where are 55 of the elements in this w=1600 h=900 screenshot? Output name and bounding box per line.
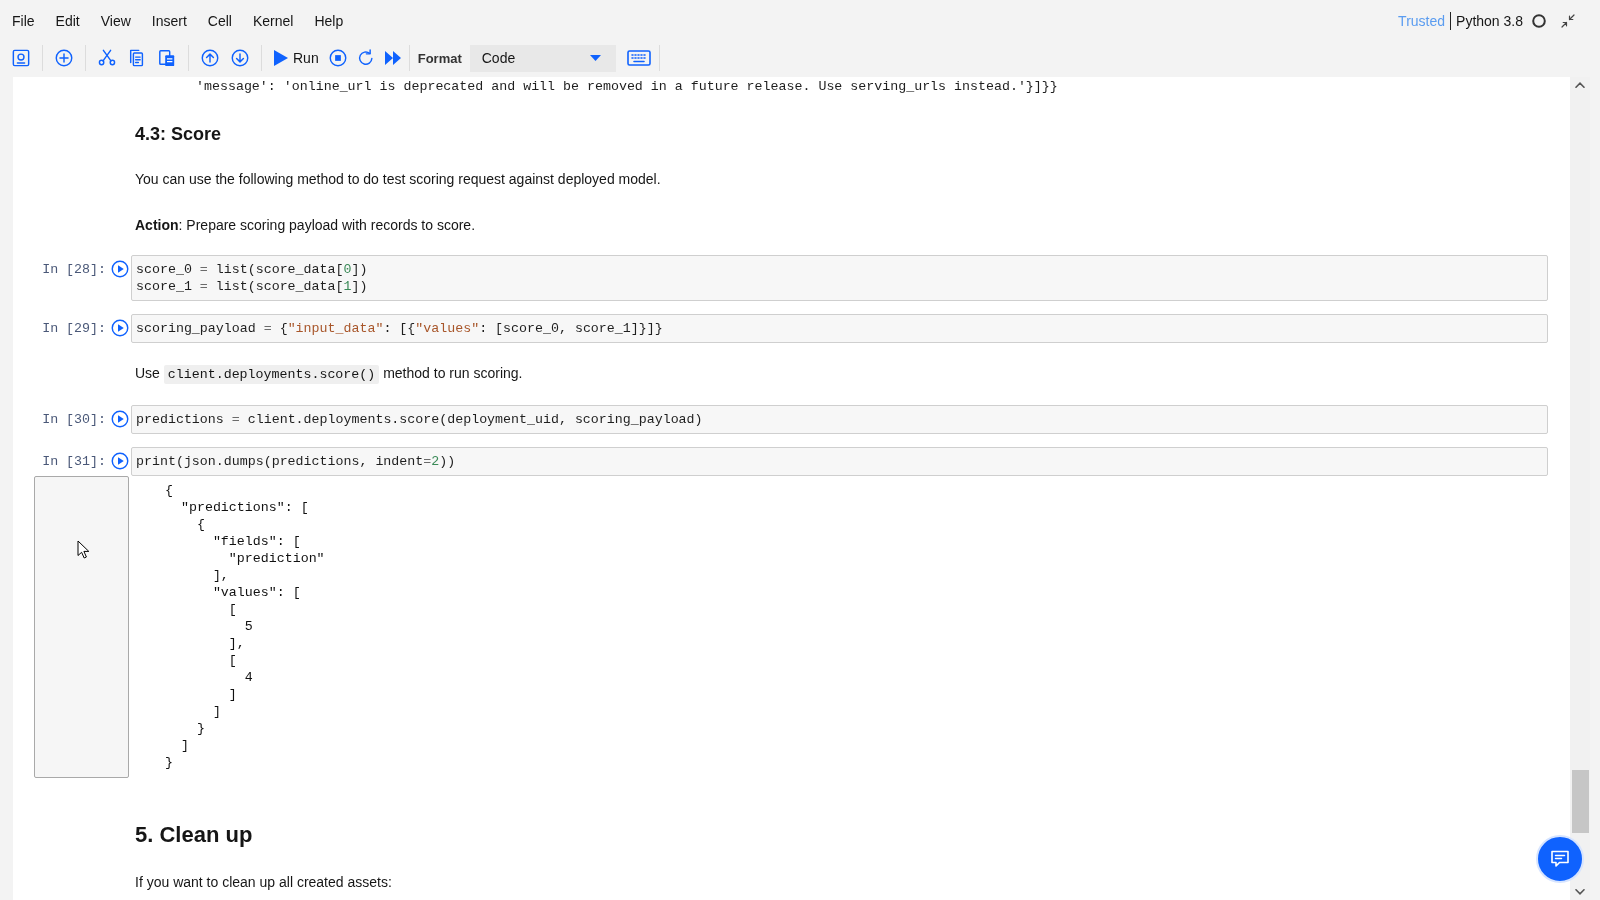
restart-icon[interactable] xyxy=(356,49,375,67)
cell-prompt: In [31]: xyxy=(42,453,106,470)
add-icon[interactable] xyxy=(55,49,73,67)
caret-up-icon[interactable] xyxy=(1575,82,1585,88)
format-label: Format xyxy=(417,50,462,66)
paragraph: If you want to clean up all created assets: xyxy=(135,873,393,892)
caret-down-icon[interactable] xyxy=(1575,889,1585,895)
paragraph: Use client.deployments.score() method to run scoring. xyxy=(135,364,524,385)
menu-item[interactable]: Help xyxy=(314,12,344,29)
code-cell-editor[interactable]: print(json.dumps(predictions, indent=2)) xyxy=(131,447,1548,476)
output-text: 'message': 'online_url is deprecated and will be removed in a future release. Use serving_urls instead.'}]}} xyxy=(195,79,1059,95)
cell-type-dropdown[interactable]: Code xyxy=(469,44,616,72)
play-circle-icon[interactable] xyxy=(111,410,129,428)
chat-icon xyxy=(1550,849,1570,869)
menu-item[interactable]: Cell xyxy=(207,12,232,29)
copy-icon[interactable] xyxy=(128,49,146,67)
clipboard-icon[interactable] xyxy=(158,49,176,67)
menu-item[interactable]: Kernel xyxy=(252,12,294,29)
caret-icon xyxy=(589,55,601,61)
paragraph: Action: Prepare scoring payload with records to score. xyxy=(135,216,477,235)
run-button[interactable]: Run xyxy=(274,50,319,66)
fast-forward-icon[interactable] xyxy=(384,50,401,66)
save-icon[interactable] xyxy=(12,49,30,67)
menu-item[interactable]: Insert xyxy=(151,12,187,29)
cell-prompt: In [28]: xyxy=(42,261,106,278)
code-line: score_0 = list(score_data[0]) xyxy=(136,261,369,278)
circle-arrow-up-icon[interactable] xyxy=(201,49,219,67)
kernel-name: Python 3.8 xyxy=(1455,12,1523,29)
scrollbar-thumb[interactable] xyxy=(1571,770,1589,833)
code-cell-editor[interactable]: scoring_payload = {"input_data": [{"values": [score_0, score_1]}]} xyxy=(131,314,1548,343)
menu-item[interactable]: File xyxy=(12,12,35,29)
play-circle-icon[interactable] xyxy=(111,452,129,470)
cell-prompt: In [30]: xyxy=(42,411,106,428)
code-cell-editor[interactable]: score_0 = list(score_data[0]) score_1 = list(score_data[1]) xyxy=(131,255,1548,301)
code-line: predictions = client.deployments.score(deployment_uid, scoring_payload) xyxy=(136,411,704,428)
play-circle-icon[interactable] xyxy=(111,260,129,278)
stop-icon[interactable] xyxy=(328,49,347,67)
menu-item[interactable]: View xyxy=(100,12,131,29)
scissors-icon[interactable] xyxy=(98,49,116,67)
mouse-pointer-icon xyxy=(77,540,90,559)
code-line: scoring_payload = {"input_data": [{"values": [score_0, score_1]}]} xyxy=(136,320,664,337)
cell-prompt: In [29]: xyxy=(42,320,106,337)
menu-item[interactable]: Edit xyxy=(55,12,80,29)
play-icon xyxy=(274,50,288,66)
code-cell-editor[interactable]: predictions = client.deployments.score(deployment_uid, scoring_payload) xyxy=(131,405,1548,434)
circle-arrow-down-icon[interactable] xyxy=(231,49,249,67)
code-line: print(json.dumps(predictions, indent=2)) xyxy=(136,453,457,470)
keyboard-icon[interactable] xyxy=(626,50,651,66)
play-circle-icon[interactable] xyxy=(111,319,129,337)
code-line: score_1 = list(score_data[1]) xyxy=(136,278,369,295)
collapse-arrows-icon[interactable] xyxy=(1561,13,1575,28)
section-heading: 4.3: Score xyxy=(135,123,223,145)
section-heading: 5. Clean up xyxy=(135,821,254,848)
cell-output: { "predictions": [ { "fields": [ "prediction" ], "values": [ [ 5 ], [ 4 ] ] } ] } xyxy=(164,482,326,772)
paragraph: You can use the following method to do test scoring request against deployed model. xyxy=(135,170,662,189)
